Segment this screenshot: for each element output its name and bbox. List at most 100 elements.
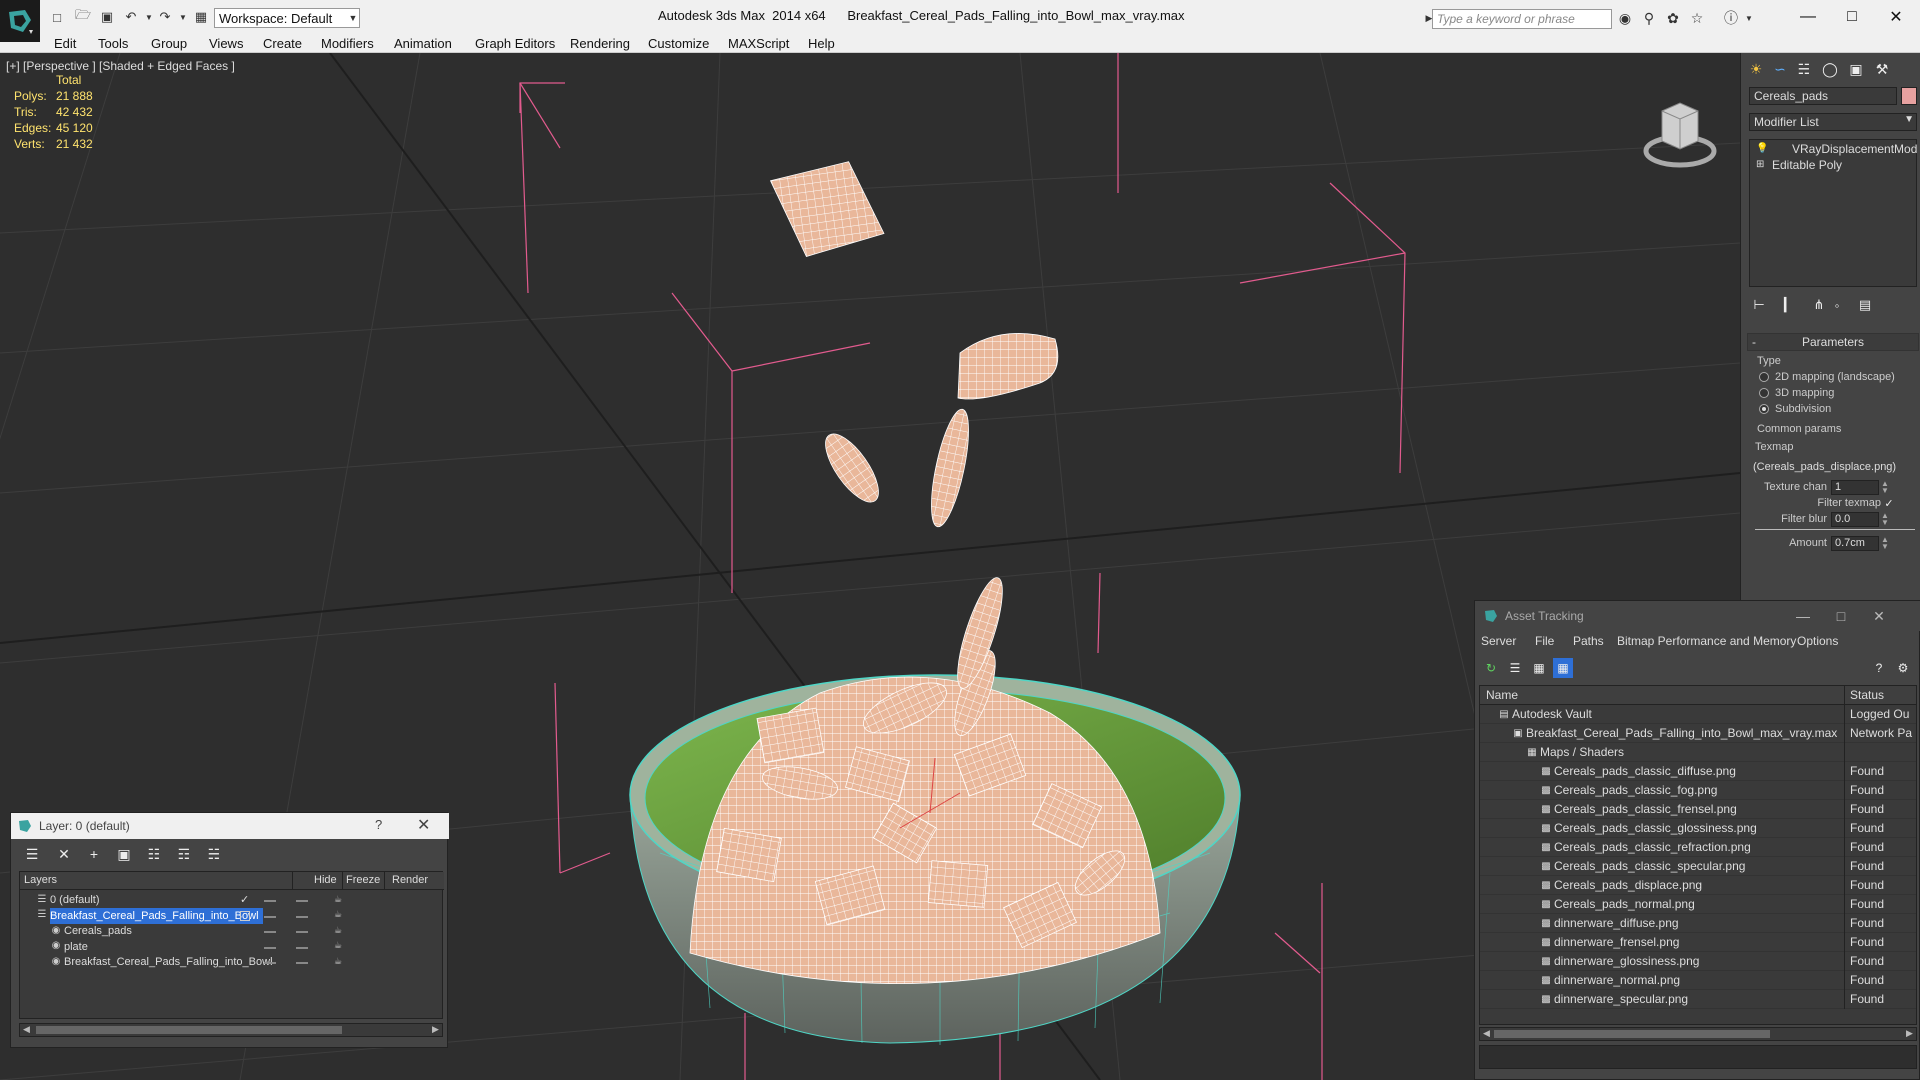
freeze-toggle[interactable] [296, 900, 308, 902]
add-to-layer-icon[interactable]: + [83, 843, 105, 865]
redo-dropdown-icon[interactable]: ▼ [174, 9, 192, 25]
table-row[interactable]: ▩ dinnerware_glossiness.png Found [1480, 952, 1916, 971]
hierarchy-tab-icon[interactable]: ☵ [1793, 59, 1815, 79]
open-file-icon[interactable]: 🗁 [74, 7, 92, 25]
table-row[interactable]: ▩ dinnerware_specular.png Found [1480, 990, 1916, 1009]
spinner-icon[interactable]: ▲ ▼ [1881, 512, 1889, 527]
scroll-right-icon[interactable]: ▶ [432, 1024, 439, 1035]
menu-help[interactable]: Help [808, 36, 835, 51]
redo-icon[interactable]: ↷ [156, 9, 174, 25]
display-tab-icon[interactable]: ▣ [1845, 59, 1867, 79]
freeze-toggle[interactable] [296, 962, 308, 964]
asset-tracking-titlebar[interactable]: Asset Tracking — □ ✕ [1475, 601, 1920, 631]
menu-server[interactable]: Server [1481, 634, 1516, 648]
spinner-icon[interactable]: ▲ ▼ [1881, 480, 1889, 495]
undo-icon[interactable]: ↶ [122, 9, 140, 25]
app-logo-button[interactable] [0, 0, 40, 42]
table-row[interactable]: ▩ Cereals_pads_classic_refraction.png Foun… [1480, 838, 1916, 857]
table-row[interactable]: ▣ Breakfast_Cereal_Pads_Falling_into_Bowl… [1480, 724, 1916, 743]
search-input[interactable]: Type a keyword or phrase [1432, 9, 1612, 29]
menu-options[interactable]: Options [1797, 634, 1838, 648]
make-unique-icon[interactable]: ⋔ [1809, 295, 1829, 315]
table-row[interactable]: ▩ Cereals_pads_classic_diffuse.png Found [1480, 762, 1916, 781]
menu-views[interactable]: Views [209, 36, 243, 51]
expand-plus-icon[interactable]: ⊞ [1756, 159, 1764, 170]
freeze-toggle[interactable] [296, 946, 308, 949]
save-file-icon[interactable]: ▣ [98, 9, 116, 25]
menu-maxscript[interactable]: MAXScript [728, 36, 789, 51]
show-end-result-icon[interactable]: ▎ [1779, 295, 1799, 315]
current-layer-check-icon[interactable]: ✓ [240, 893, 249, 906]
motion-tab-icon[interactable]: ◯ [1819, 59, 1841, 79]
table-row[interactable]: ▩ dinnerware_diffuse.png Found [1480, 914, 1916, 933]
communication-icon[interactable]: ✿ [1664, 10, 1682, 26]
select-objects-icon[interactable]: ▣ [113, 843, 135, 865]
parameters-rollout-header[interactable]: - Parameters [1747, 333, 1919, 351]
asset-horizontal-scrollbar[interactable]: ◀ ▶ [1479, 1027, 1917, 1041]
help-icon[interactable]: ⓘ [1722, 10, 1740, 26]
table-row[interactable]: ▤ Autodesk Vault Logged Ou [1480, 705, 1916, 724]
new-file-icon[interactable]: □ [48, 9, 66, 25]
thumbnail-view-icon[interactable]: ▦ [1529, 658, 1549, 678]
scroll-left-icon[interactable]: ◀ [23, 1024, 30, 1035]
workspace-dropdown[interactable]: Workspace: Default [214, 8, 360, 28]
modify-tab-icon[interactable]: ∽ [1769, 59, 1791, 79]
render-teapot-icon[interactable]: ☕ [332, 894, 344, 904]
texmap-button[interactable]: (Cereals_pads_displace.png) [1749, 459, 1915, 476]
scrollbar-thumb[interactable] [36, 1026, 342, 1034]
amount-field[interactable]: 0.7cm [1831, 536, 1879, 551]
hide-all-icon[interactable]: ☶ [173, 843, 195, 865]
menu-paths[interactable]: Paths [1573, 634, 1604, 648]
close-button[interactable]: ✕ [417, 815, 430, 835]
hide-toggle[interactable] [264, 931, 276, 933]
menu-group[interactable]: Group [151, 36, 187, 51]
table-row[interactable]: ▦ Maps / Shaders [1480, 743, 1916, 762]
binoculars-icon[interactable]: ◉ [1616, 10, 1634, 26]
maximize-button[interactable]: □ [1823, 605, 1859, 627]
render-teapot-icon[interactable]: ☕ [332, 909, 344, 920]
close-button[interactable]: ✕ [1861, 605, 1897, 627]
menu-tools[interactable]: Tools [98, 36, 128, 51]
refresh-icon[interactable]: ↻ [1481, 658, 1501, 678]
create-layer-icon[interactable]: ☰ [21, 843, 43, 865]
render-teapot-icon[interactable]: ☕ [332, 940, 344, 951]
hide-toggle[interactable] [264, 900, 276, 902]
table-view-icon[interactable]: ▦ [1553, 658, 1573, 678]
column-freeze[interactable]: Freeze [346, 874, 380, 886]
menu-file[interactable]: File [1535, 634, 1554, 648]
hide-toggle[interactable] [264, 946, 276, 949]
minimize-button[interactable]: — [1786, 4, 1830, 30]
texture-chan-field[interactable]: 1 [1831, 480, 1879, 495]
object-name-field[interactable]: Cereals_pads [1749, 87, 1897, 105]
remove-modifier-icon[interactable]: ◦ [1827, 295, 1847, 315]
filter-texmap-checkbox[interactable]: ✓ [1883, 497, 1895, 510]
render-teapot-icon[interactable]: ☕ [332, 925, 344, 935]
delete-layer-icon[interactable]: ✕ [53, 843, 75, 865]
radio-3d-mapping[interactable]: 3D mapping [1757, 387, 1834, 399]
create-tab-icon[interactable]: ☀ [1745, 59, 1767, 79]
stack-item-editable-poly[interactable]: ⊞ Editable Poly [1752, 158, 1914, 173]
menu-rendering[interactable]: Rendering [570, 36, 630, 51]
spinner-icon[interactable]: ▲ ▼ [1881, 536, 1889, 551]
scroll-left-icon[interactable]: ◀ [1483, 1028, 1490, 1039]
chevron-down-icon[interactable]: ▼ [346, 8, 360, 28]
table-row[interactable]: ▩ Cereals_pads_normal.png Found [1480, 895, 1916, 914]
menu-graph-editors[interactable]: Graph Editors [475, 36, 555, 51]
column-name[interactable]: Name [1486, 688, 1518, 702]
layer-manager-titlebar[interactable]: Layer: 0 (default) ? ✕ [11, 813, 449, 839]
hide-toggle[interactable] [264, 915, 276, 918]
list-view-icon[interactable]: ☰ [1505, 658, 1525, 678]
column-render[interactable]: Render [392, 874, 428, 886]
table-row[interactable]: ▩ dinnerware_frensel.png Found [1480, 933, 1916, 952]
column-status[interactable]: Status [1850, 688, 1884, 702]
settings-icon[interactable]: ⚙ [1893, 658, 1913, 678]
table-row[interactable]: ▩ Cereals_pads_classic_specular.png Found [1480, 857, 1916, 876]
table-row[interactable]: ▩ Cereals_pads_classic_glossiness.png Foun… [1480, 819, 1916, 838]
help-icon[interactable]: ? [1869, 658, 1889, 678]
highlight-layer-icon[interactable]: ☷ [143, 843, 165, 865]
maximize-button[interactable]: □ [1830, 4, 1874, 30]
freeze-all-icon[interactable]: ☵ [203, 843, 225, 865]
column-layers[interactable]: Layers [24, 874, 57, 886]
filter-blur-field[interactable]: 0.0 [1831, 512, 1879, 527]
project-folder-icon[interactable]: ▦ [192, 9, 210, 25]
